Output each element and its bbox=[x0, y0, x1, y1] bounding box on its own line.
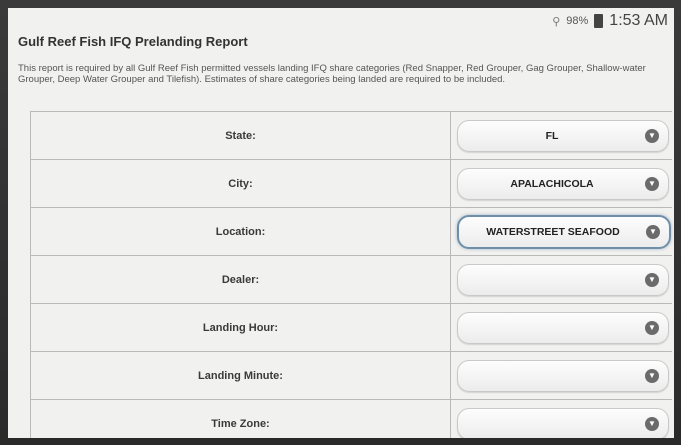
signal-icon: ⚲ bbox=[552, 15, 561, 28]
battery-icon bbox=[594, 14, 604, 28]
form-row-landing-minute: Landing Minute: ▼ bbox=[30, 352, 672, 400]
form-row-dealer: Dealer: ▼ bbox=[30, 256, 672, 304]
landing-minute-label: Landing Minute: bbox=[30, 352, 451, 399]
chevron-down-icon: ▼ bbox=[645, 416, 659, 431]
chevron-down-icon: ▼ bbox=[645, 272, 659, 287]
chevron-down-icon: ▼ bbox=[645, 320, 659, 335]
location-value: WATERSTREET SEAFOOD bbox=[486, 225, 620, 238]
page-description: This report is required by all Gulf Reef… bbox=[18, 63, 646, 85]
form-row-city: City: APALACHICOLA ▼ bbox=[30, 160, 672, 208]
chevron-down-icon: ▼ bbox=[645, 128, 659, 143]
city-label: City: bbox=[30, 160, 451, 207]
form-row-location: Location: WATERSTREET SEAFOOD ▼ bbox=[30, 208, 672, 256]
time-zone-cell: ▼ bbox=[451, 400, 672, 438]
dealer-select[interactable]: ▼ bbox=[457, 263, 669, 296]
landing-minute-cell: ▼ bbox=[451, 352, 672, 399]
battery-percent: 98% bbox=[566, 15, 589, 27]
landing-hour-cell: ▼ bbox=[451, 304, 672, 351]
city-value: APALACHICOLA bbox=[510, 177, 594, 190]
state-cell: FL ▼ bbox=[451, 112, 672, 159]
landing-hour-select[interactable]: ▼ bbox=[457, 311, 669, 344]
state-value: FL bbox=[545, 129, 559, 142]
state-select[interactable]: FL ▼ bbox=[457, 119, 669, 152]
location-cell: WATERSTREET SEAFOOD ▼ bbox=[451, 208, 672, 255]
app-screen: ⚲ 98% 1:53 AM Gulf Reef Fish IFQ Preland… bbox=[8, 8, 674, 438]
page-title: Gulf Reef Fish IFQ Prelanding Report bbox=[18, 34, 248, 49]
time-zone-select[interactable]: ▼ bbox=[457, 407, 669, 438]
landing-hour-label: Landing Hour: bbox=[30, 304, 451, 351]
state-label: State: bbox=[30, 112, 451, 159]
status-bar: ⚲ 98% 1:53 AM bbox=[552, 8, 668, 34]
time-zone-label: Time Zone: bbox=[30, 400, 451, 438]
city-select[interactable]: APALACHICOLA ▼ bbox=[457, 167, 669, 200]
chevron-down-icon: ▼ bbox=[645, 368, 659, 383]
city-cell: APALACHICOLA ▼ bbox=[451, 160, 672, 207]
form-row-landing-hour: Landing Hour: ▼ bbox=[30, 304, 672, 352]
form-row-state: State: FL ▼ bbox=[30, 112, 672, 160]
chevron-down-icon: ▼ bbox=[646, 224, 660, 239]
dealer-cell: ▼ bbox=[451, 256, 672, 303]
location-label: Location: bbox=[30, 208, 451, 255]
landing-minute-select[interactable]: ▼ bbox=[457, 359, 669, 392]
prelanding-form: State: FL ▼ City: APALACHICOLA ▼ Locatio… bbox=[30, 111, 672, 438]
form-row-time-zone: Time Zone: ▼ bbox=[30, 400, 672, 438]
location-select[interactable]: WATERSTREET SEAFOOD ▼ bbox=[457, 214, 671, 249]
chevron-down-icon: ▼ bbox=[645, 176, 659, 191]
clock: 1:53 AM bbox=[609, 12, 668, 29]
dealer-label: Dealer: bbox=[30, 256, 451, 303]
